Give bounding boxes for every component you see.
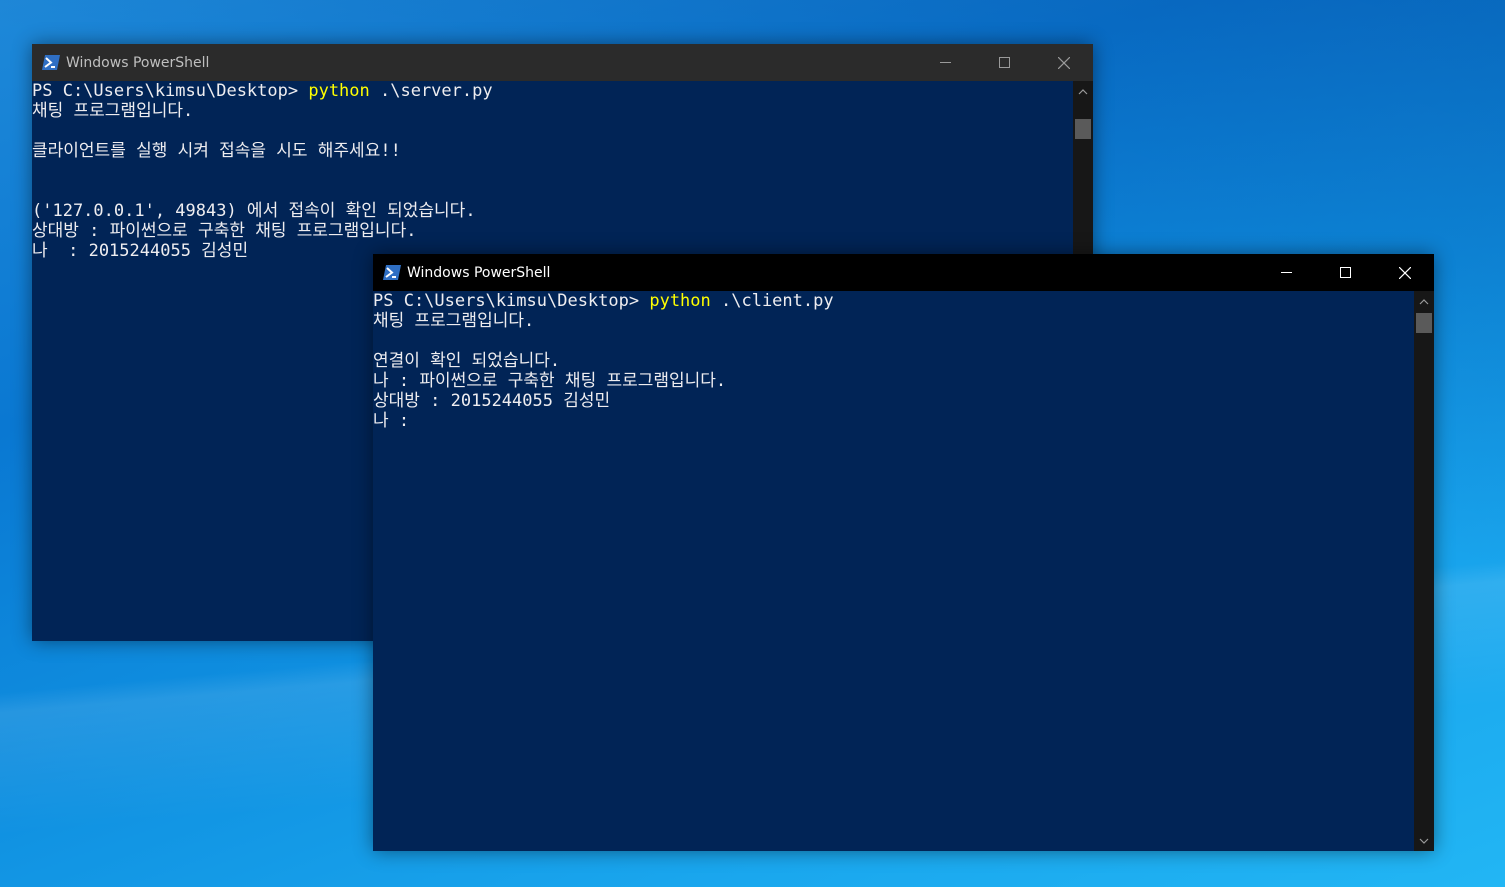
output-line: 연결이 확인 되었습니다. (373, 351, 561, 371)
output-line: ('127.0.0.1', 49843) 에서 접속이 확인 되었습니다. (32, 201, 476, 221)
maximize-icon (999, 57, 1010, 68)
output-line: 클라이언트를 실행 시켜 접속을 시도 해주세요!! (32, 141, 401, 161)
output-line: 상대방 : 파이썬으로 구축한 채팅 프로그램입니다. (32, 221, 417, 241)
scroll-down-icon[interactable] (1414, 832, 1434, 849)
command-text: python (649, 291, 711, 311)
client-powershell-window[interactable]: Windows PowerShell PS C:\Users\kimsu\Des… (373, 254, 1434, 851)
server-titlebar[interactable]: Windows PowerShell (32, 44, 1093, 81)
output-line: 채팅 프로그램입니다. (373, 311, 535, 331)
close-button[interactable] (1375, 254, 1434, 291)
scrollbar-thumb[interactable] (1075, 119, 1091, 139)
window-title: Windows PowerShell (66, 54, 210, 71)
scroll-up-icon[interactable] (1073, 83, 1093, 100)
maximize-button[interactable] (975, 44, 1034, 81)
prompt-line: PS C:\Users\kimsu\Desktop> python .\clie… (373, 291, 1414, 311)
command-args: .\server.py (369, 81, 493, 101)
command-args: .\client.py (710, 291, 834, 311)
maximize-icon (1340, 267, 1351, 278)
window-title: Windows PowerShell (407, 264, 551, 281)
close-icon (1057, 56, 1070, 69)
client-titlebar[interactable]: Windows PowerShell (373, 254, 1434, 291)
powershell-icon (41, 55, 61, 71)
output-line: 상대방 : 2015244055 김성민 (373, 391, 611, 411)
minimize-icon (940, 62, 951, 63)
powershell-icon (382, 265, 402, 281)
close-icon (1398, 266, 1411, 279)
command-text: python (308, 81, 370, 101)
prompt-text: PS C:\Users\kimsu\Desktop> (32, 81, 309, 101)
vertical-scrollbar[interactable] (1414, 291, 1434, 851)
client-console-output[interactable]: PS C:\Users\kimsu\Desktop> python .\clie… (373, 291, 1414, 851)
close-button[interactable] (1034, 44, 1093, 81)
output-line: 채팅 프로그램입니다. (32, 101, 194, 121)
maximize-button[interactable] (1316, 254, 1375, 291)
minimize-button[interactable] (916, 44, 975, 81)
output-line: 나 : 파이썬으로 구축한 채팅 프로그램입니다. (373, 371, 727, 391)
minimize-icon (1281, 272, 1292, 273)
scroll-up-icon[interactable] (1414, 293, 1434, 310)
minimize-button[interactable] (1257, 254, 1316, 291)
prompt-line: PS C:\Users\kimsu\Desktop> python .\serv… (32, 81, 1073, 101)
prompt-text: PS C:\Users\kimsu\Desktop> (373, 291, 650, 311)
scrollbar-thumb[interactable] (1416, 313, 1432, 333)
input-line[interactable]: 나 : (373, 411, 1414, 431)
